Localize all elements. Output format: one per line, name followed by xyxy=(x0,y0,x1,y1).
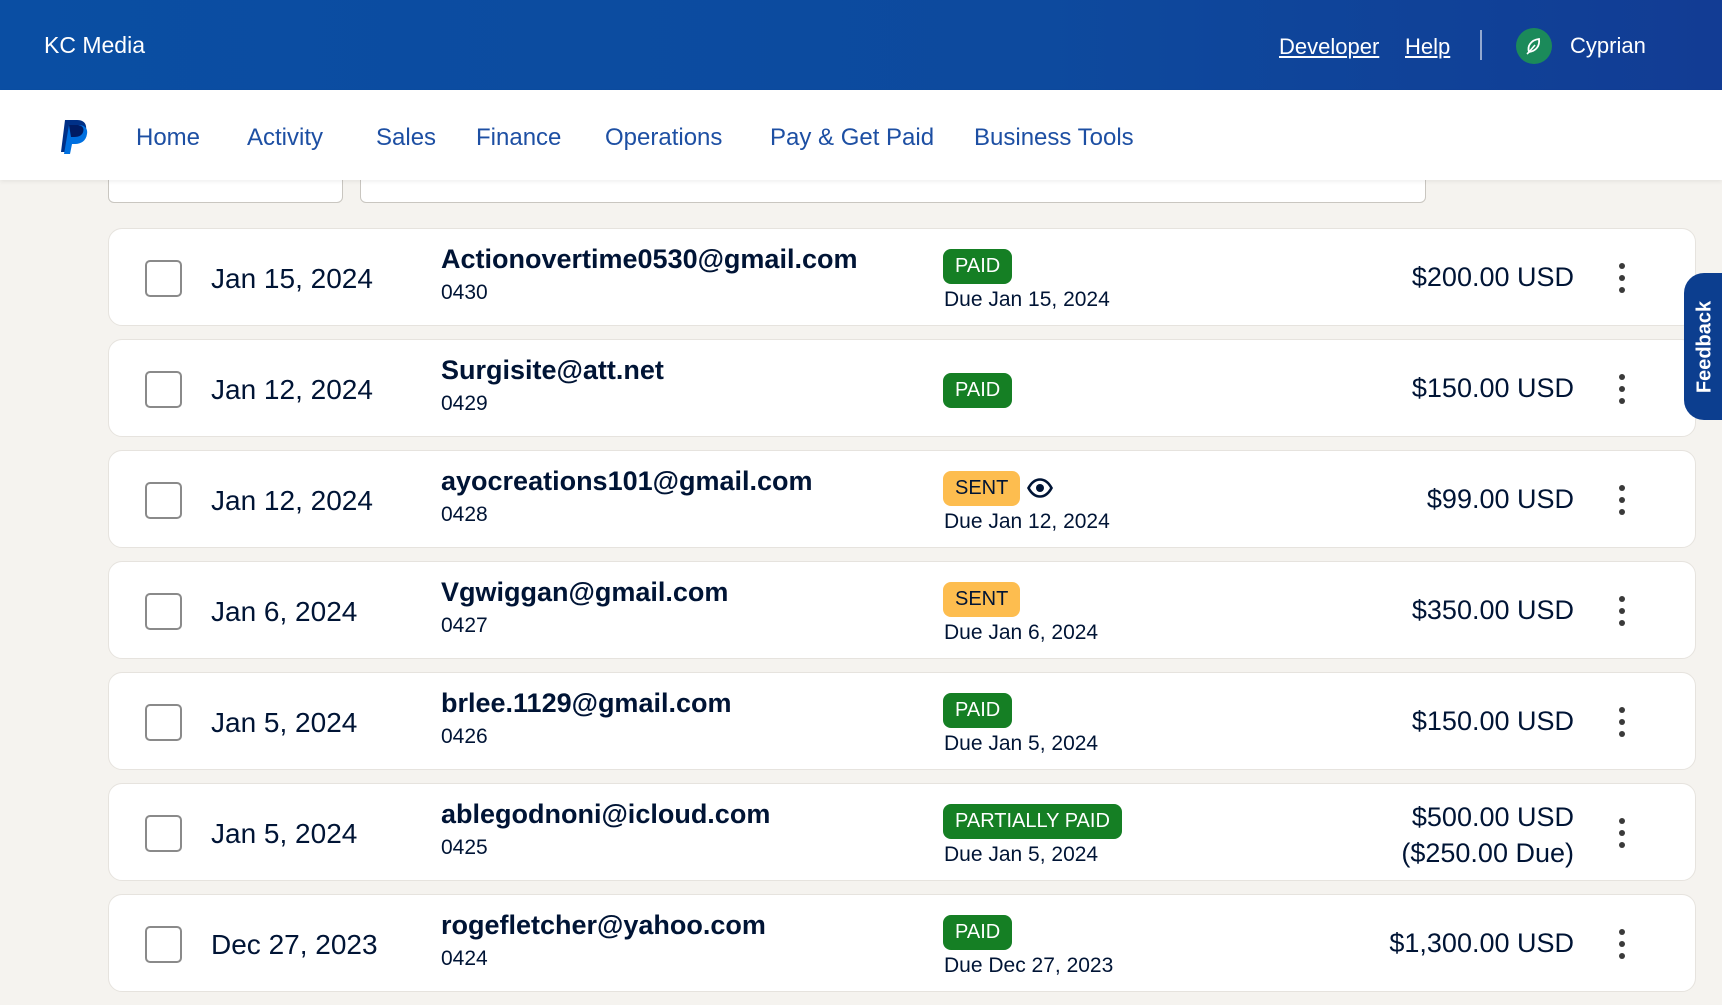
status-badge: PAID xyxy=(943,915,1013,950)
invoice-number: 0427 xyxy=(441,614,488,637)
invoice-number: 0426 xyxy=(441,725,488,748)
recipient-email: Surgisite@att.net xyxy=(441,355,664,385)
invoice-date: Jan 5, 2024 xyxy=(211,818,358,849)
nav-activity[interactable]: Activity xyxy=(247,124,323,152)
topbar-divider xyxy=(1480,30,1482,60)
recipient-email: ayocreations101@gmail.com xyxy=(441,466,813,496)
status-badge: PAID xyxy=(943,373,1013,408)
status-badge: PARTIALLY PAID xyxy=(943,804,1122,839)
invoice-row[interactable]: Jan 5, 2024 brlee.1129@gmail.com 0426 PA… xyxy=(108,672,1696,770)
invoice-number: 0424 xyxy=(441,947,488,970)
due-date: Due Jan 5, 2024 xyxy=(944,732,1099,755)
developer-link[interactable]: Developer xyxy=(1279,34,1379,60)
recipient-email: ablegodnoni@icloud.com xyxy=(441,799,771,829)
invoice-amount: $150.00 USD xyxy=(1411,373,1574,403)
feedback-label: Feedback xyxy=(1693,300,1716,393)
invoice-date: Jan 6, 2024 xyxy=(211,596,358,627)
invoice-amount: $1,300.00 USD xyxy=(1389,928,1574,958)
due-date: Due Jan 15, 2024 xyxy=(944,288,1110,311)
nav-home[interactable]: Home xyxy=(136,124,200,152)
recipient-email: Actionovertime0530@gmail.com xyxy=(441,244,858,274)
status-badge: SENT xyxy=(943,582,1021,617)
paypal-logo-icon[interactable] xyxy=(58,118,90,154)
invoice-number: 0430 xyxy=(441,281,488,304)
row-checkbox[interactable] xyxy=(145,260,182,297)
invoice-number: 0425 xyxy=(441,836,488,859)
recipient-email: Vgwiggan@gmail.com xyxy=(441,577,729,607)
invoice-date: Jan 15, 2024 xyxy=(211,263,373,294)
invoice-date: Jan 5, 2024 xyxy=(211,707,358,738)
invoice-date: Jan 12, 2024 xyxy=(211,485,373,516)
due-date: Due Jan 5, 2024 xyxy=(944,843,1099,866)
top-bar: KC Media Developer Help Cyprian xyxy=(0,0,1722,90)
help-link[interactable]: Help xyxy=(1405,34,1450,60)
invoice-amount: $350.00 USD xyxy=(1411,595,1574,625)
invoice-date: Dec 27, 2023 xyxy=(211,929,378,960)
more-options-icon[interactable] xyxy=(1614,482,1630,518)
invoice-amount: $500.00 USD ($250.00 Due) xyxy=(1401,799,1574,871)
eye-icon[interactable] xyxy=(1027,477,1053,499)
invoice-amount: $150.00 USD xyxy=(1411,706,1574,736)
status-badge: PAID xyxy=(943,249,1013,284)
recipient-email: rogefletcher@yahoo.com xyxy=(441,910,766,940)
due-date: Due Jan 6, 2024 xyxy=(944,621,1099,644)
invoice-amount: $200.00 USD xyxy=(1411,262,1574,292)
invoice-row[interactable]: Jan 6, 2024 Vgwiggan@gmail.com 0427 SENT… xyxy=(108,561,1696,659)
invoice-row[interactable]: Dec 27, 2023 rogefletcher@yahoo.com 0424… xyxy=(108,894,1696,992)
row-checkbox[interactable] xyxy=(145,704,182,741)
nav-operations[interactable]: Operations xyxy=(605,124,722,152)
business-name: KC Media xyxy=(44,32,145,58)
more-options-icon[interactable] xyxy=(1614,260,1630,296)
more-options-icon[interactable] xyxy=(1614,926,1630,962)
more-options-icon[interactable] xyxy=(1614,815,1630,851)
nav-pay-get-paid[interactable]: Pay & Get Paid xyxy=(770,124,934,152)
invoice-row[interactable]: Jan 15, 2024 Actionovertime0530@gmail.co… xyxy=(108,228,1696,326)
amount-total: $500.00 USD xyxy=(1411,802,1574,832)
user-name[interactable]: Cyprian xyxy=(1570,33,1646,59)
invoice-amount: $99.00 USD xyxy=(1426,484,1574,514)
row-checkbox[interactable] xyxy=(145,815,182,852)
invoice-number: 0429 xyxy=(441,392,488,415)
row-checkbox[interactable] xyxy=(145,926,182,963)
recipient-email: brlee.1129@gmail.com xyxy=(441,688,732,718)
amount-due: ($250.00 Due) xyxy=(1401,838,1574,868)
feedback-tab[interactable]: Feedback xyxy=(1684,273,1722,420)
row-checkbox[interactable] xyxy=(145,371,182,408)
status-badge: PAID xyxy=(943,693,1013,728)
nav-finance[interactable]: Finance xyxy=(476,124,561,152)
avatar[interactable] xyxy=(1516,28,1552,64)
row-checkbox[interactable] xyxy=(145,482,182,519)
nav-business-tools[interactable]: Business Tools xyxy=(974,124,1134,152)
invoice-number: 0428 xyxy=(441,503,488,526)
leaf-icon xyxy=(1526,37,1541,55)
nav-sales[interactable]: Sales xyxy=(376,124,436,152)
invoice-row[interactable]: Jan 5, 2024 ablegodnoni@icloud.com 0425 … xyxy=(108,783,1696,881)
row-checkbox[interactable] xyxy=(145,593,182,630)
status-badge: SENT xyxy=(943,471,1021,506)
more-options-icon[interactable] xyxy=(1614,371,1630,407)
invoice-date: Jan 12, 2024 xyxy=(211,374,373,405)
invoice-row[interactable]: Jan 12, 2024 ayocreations101@gmail.com 0… xyxy=(108,450,1696,548)
more-options-icon[interactable] xyxy=(1614,593,1630,629)
invoice-row[interactable]: Jan 12, 2024 Surgisite@att.net 0429 PAID… xyxy=(108,339,1696,437)
due-date: Due Jan 12, 2024 xyxy=(944,510,1110,533)
due-date: Due Dec 27, 2023 xyxy=(944,954,1114,977)
more-options-icon[interactable] xyxy=(1614,704,1630,740)
